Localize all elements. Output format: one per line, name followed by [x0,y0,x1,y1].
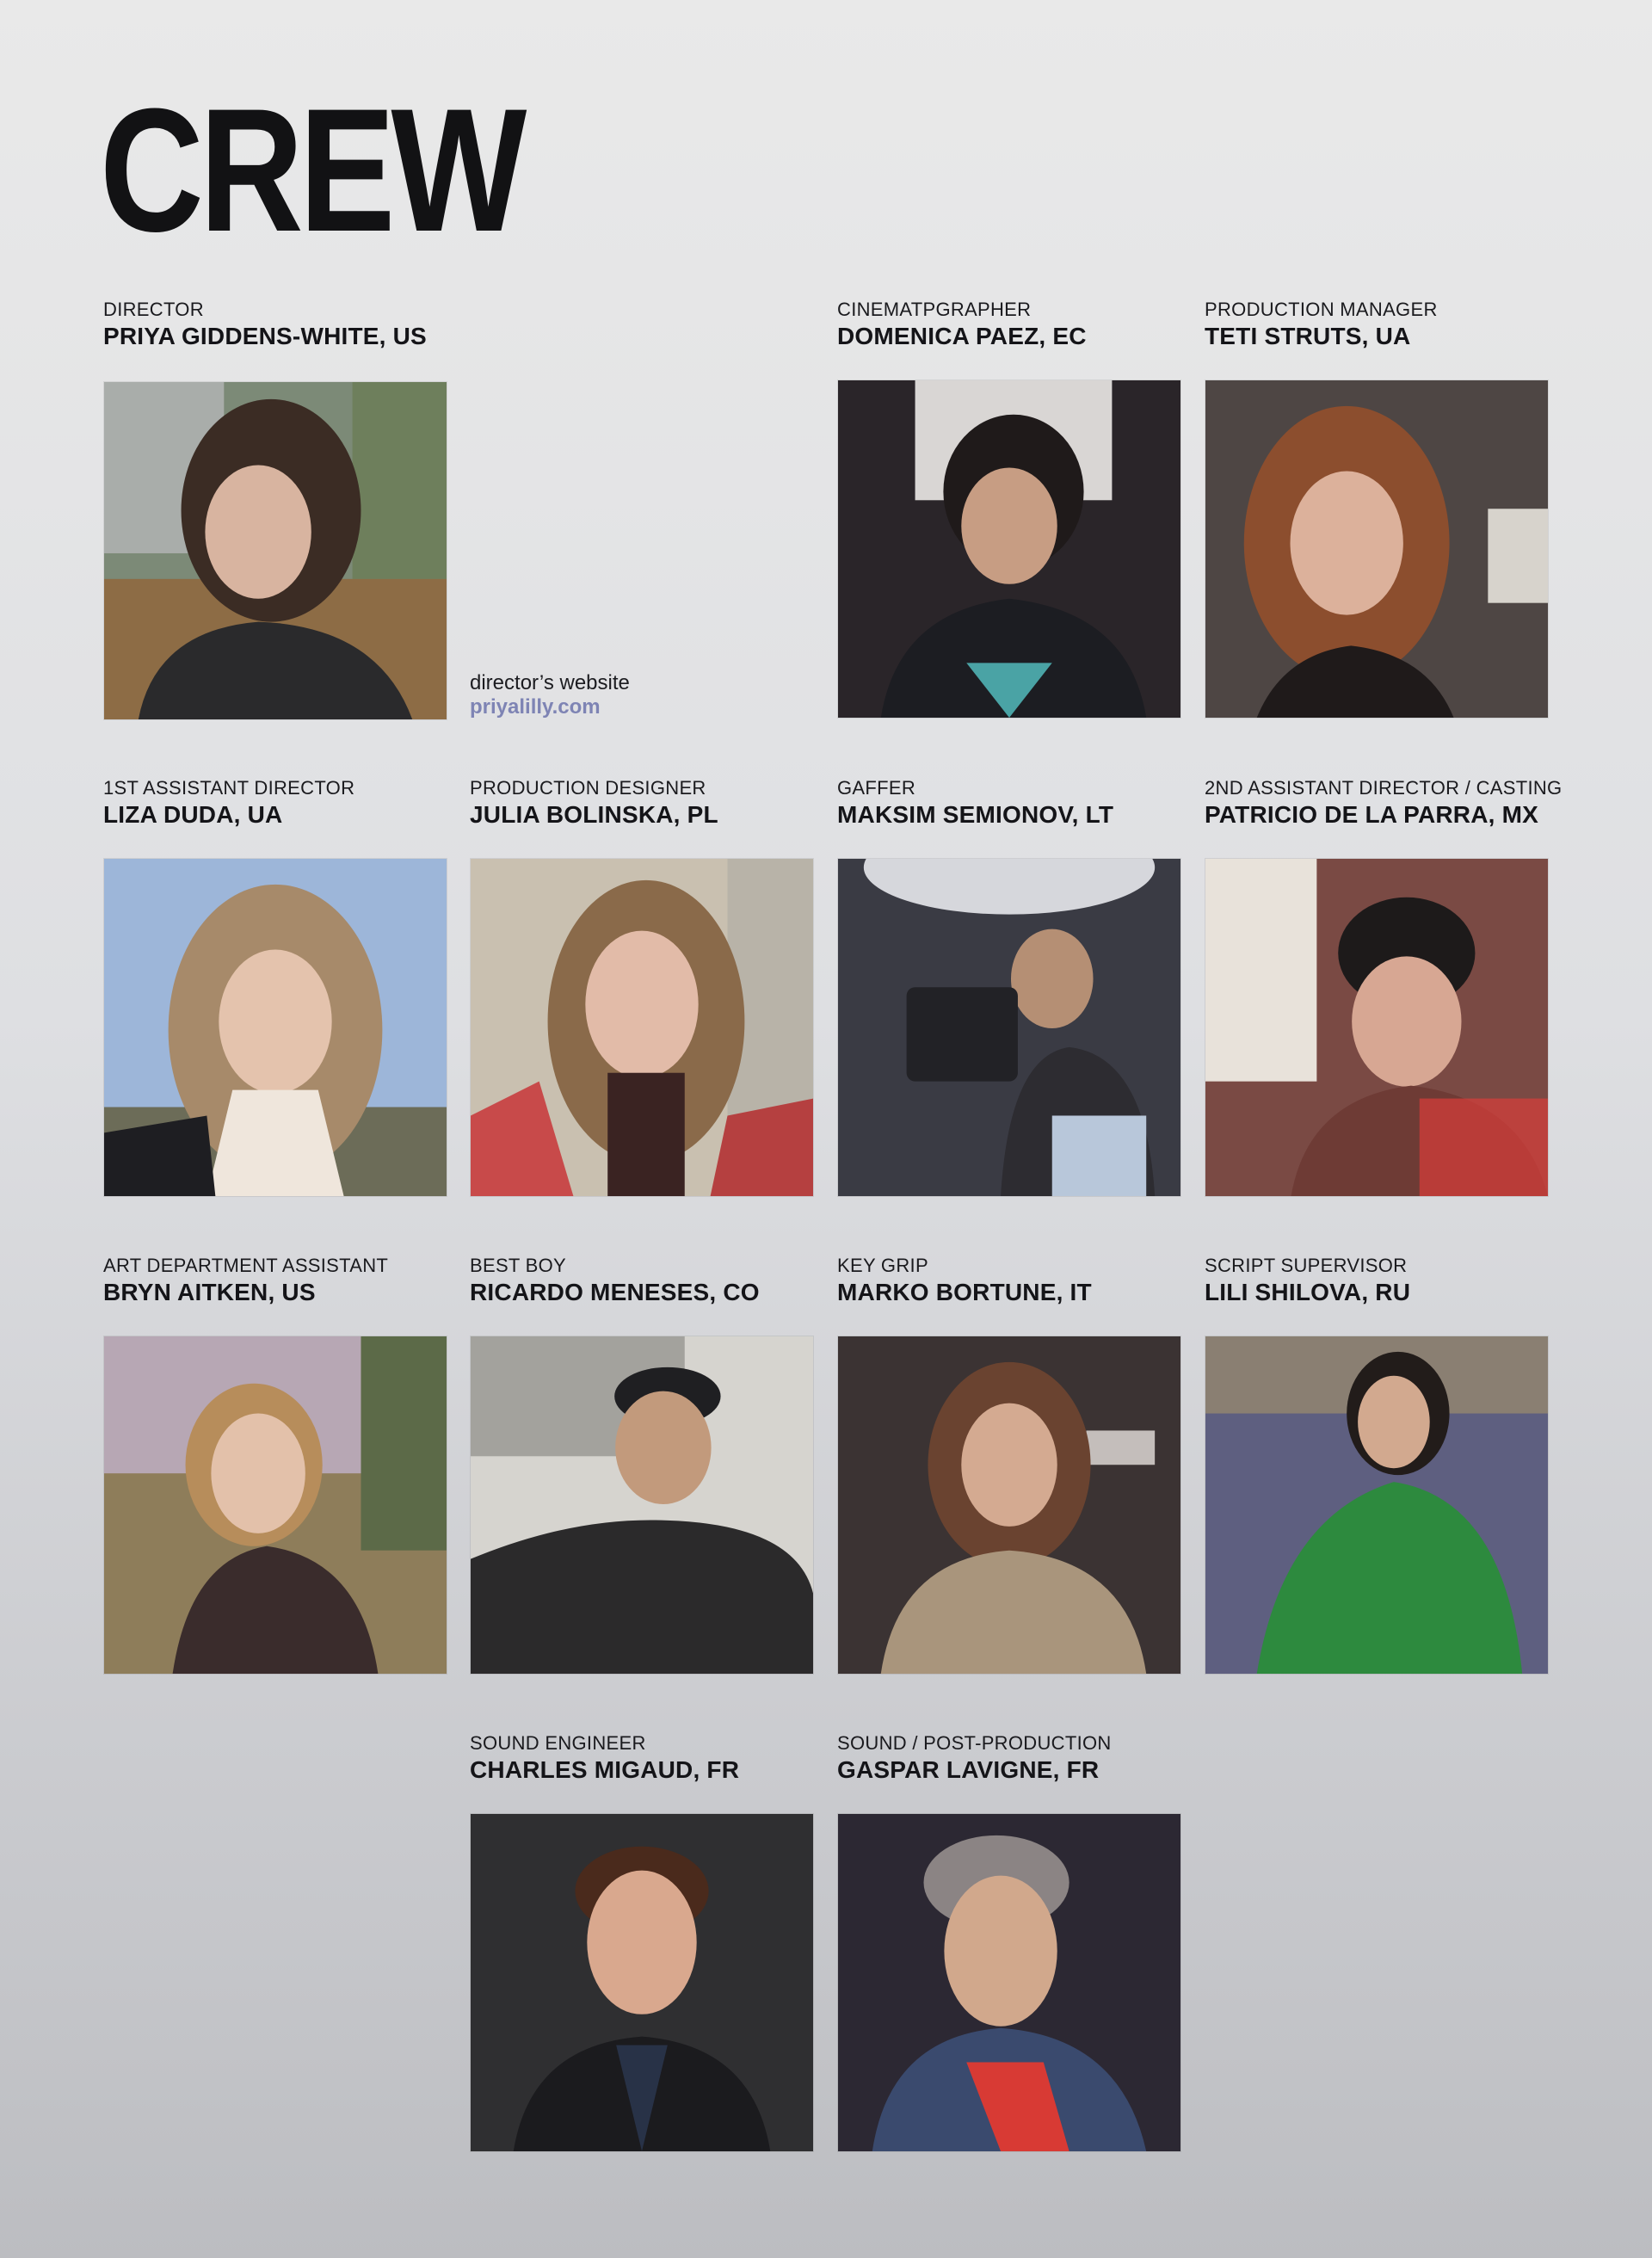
crew-name: JULIA BOLINSKA, PL [470,801,718,828]
crew-card-director: DIRECTOR PRIYA GIDDENS-WHITE, US [103,299,447,720]
crew-card-art-department-assistant: ART DEPARTMENT ASSISTANT BRYN AITKEN, US [103,1255,447,1675]
crew-photo [1205,858,1549,1197]
crew-card-sound-post-production: SOUND / POST-PRODUCTION GASPAR LAVIGNE, … [837,1732,1181,2152]
crew-role: PRODUCTION DESIGNER [470,777,706,799]
crew-photo [103,1336,447,1675]
crew-name: PRIYA GIDDENS-WHITE, US [103,323,427,349]
crew-card-1st-ad: 1ST ASSISTANT DIRECTOR LIZA DUDA, UA [103,777,447,1197]
crew-card-script-supervisor: SCRIPT SUPERVISOR LILI SHILOVA, RU [1205,1255,1549,1675]
crew-photo [837,1813,1181,2152]
crew-name: CHARLES MIGAUD, FR [470,1756,740,1783]
website-label: director’s website [470,671,630,694]
crew-role: PRODUCTION MANAGER [1205,299,1438,320]
crew-role: 2ND ASSISTANT DIRECTOR / CASTING [1205,777,1563,799]
website-link[interactable]: priyalilly.com [470,695,601,719]
crew-role: KEY GRIP [837,1255,928,1276]
crew-photo [470,858,814,1197]
crew-name: RICARDO MENESES, CO [470,1279,760,1305]
crew-photo [1205,379,1549,719]
crew-role: SOUND / POST-PRODUCTION [837,1732,1112,1754]
crew-card-2nd-ad: 2ND ASSISTANT DIRECTOR / CASTING PATRICI… [1205,777,1563,1197]
director-website: director’s website priyalilly.com [470,671,630,719]
crew-photo [470,1813,814,2152]
crew-photo [837,379,1181,719]
crew-name: LILI SHILOVA, RU [1205,1279,1411,1305]
crew-role: SOUND ENGINEER [470,1732,646,1754]
crew-card-gaffer: GAFFER MAKSIM SEMIONOV, LT [837,777,1181,1197]
crew-name: BRYN AITKEN, US [103,1279,316,1305]
crew-card-best-boy: BEST BOY RICARDO MENESES, CO [470,1255,814,1675]
crew-role: CINEMATPGRAPHER [837,299,1032,320]
crew-photo [837,1336,1181,1675]
crew-name: MARKO BORTUNE, IT [837,1279,1092,1305]
crew-name: PATRICIO DE LA PARRA, MX [1205,801,1538,828]
crew-card-production-designer: PRODUCTION DESIGNER JULIA BOLINSKA, PL [470,777,814,1197]
crew-role: SCRIPT SUPERVISOR [1205,1255,1408,1276]
page-title: CREW [100,72,527,268]
crew-name: MAKSIM SEMIONOV, LT [837,801,1114,828]
crew-name: GASPAR LAVIGNE, FR [837,1756,1100,1783]
crew-role: 1ST ASSISTANT DIRECTOR [103,777,355,799]
crew-role: BEST BOY [470,1255,567,1276]
crew-role: ART DEPARTMENT ASSISTANT [103,1255,389,1276]
crew-role: DIRECTOR [103,299,204,320]
crew-card-key-grip: KEY GRIP MARKO BORTUNE, IT [837,1255,1181,1675]
crew-card-cinematographer: CINEMATPGRAPHER DOMENICA PAEZ, EC [837,299,1181,719]
crew-photo [103,858,447,1197]
crew-card-sound-engineer: SOUND ENGINEER CHARLES MIGAUD, FR [470,1732,814,2152]
crew-name: DOMENICA PAEZ, EC [837,323,1087,349]
crew-role: GAFFER [837,777,916,799]
crew-photo [470,1336,814,1675]
crew-name: TETI STRUTS, UA [1205,323,1411,349]
crew-name: LIZA DUDA, UA [103,801,283,828]
crew-photo [103,381,447,720]
crew-card-production-manager: PRODUCTION MANAGER TETI STRUTS, UA [1205,299,1549,719]
crew-photo [1205,1336,1549,1675]
crew-photo [837,858,1181,1197]
